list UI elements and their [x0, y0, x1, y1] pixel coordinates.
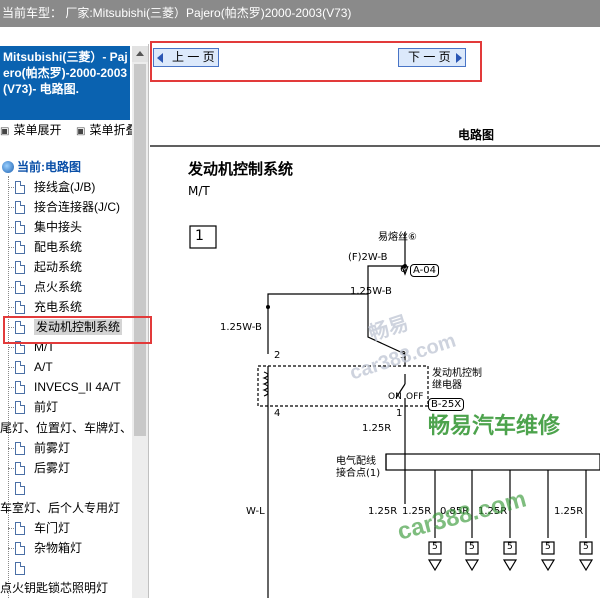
on-label: ON: [388, 392, 402, 402]
tree-item-front-fog[interactable]: 前雾灯: [0, 438, 70, 458]
conn-a04: A-04: [410, 264, 439, 277]
wire-125r-mid: 1.25R: [362, 423, 392, 434]
selected-item-highlight: [3, 316, 152, 344]
watermark-green: 畅易汽车维修: [428, 413, 561, 438]
tree-item-at[interactable]: A/T: [0, 357, 53, 377]
tree-item-key-illum[interactable]: 点火钥匙锁芯照明灯: [0, 578, 108, 598]
pin-6: 6: [400, 264, 407, 275]
vehicle-info: 当前车型： 厂家:Mitsubishi(三菱）Pajero(帕杰罗)2000-2…: [2, 6, 352, 20]
sidebar-title: Mitsubishi(三菱）- Pajero(帕杰罗)-2000-2003(V7…: [0, 46, 130, 120]
page-icon: [15, 361, 25, 374]
tree-item-power-dist[interactable]: 配电系统: [0, 237, 82, 257]
pin-4: 4: [274, 408, 281, 419]
menu-expand-button[interactable]: ▣ 菜单展开: [0, 122, 61, 140]
bottom-wire: 1.25R: [368, 506, 398, 517]
tree-item-joint[interactable]: 集中接头: [0, 217, 82, 237]
tree-item-glovebox-light[interactable]: 杂物箱灯: [0, 538, 82, 558]
splice-label-2: 接合点(1): [336, 468, 381, 479]
collapse-icon: ▣: [76, 126, 86, 137]
page-icon: [15, 482, 25, 495]
page-icon: [15, 522, 25, 535]
diagram-subtitle: M/T: [188, 184, 210, 198]
page-icon: [15, 221, 25, 234]
wire-wl: W-L: [246, 506, 265, 517]
pin-2: 2: [274, 350, 281, 361]
off-label: OFF: [406, 392, 424, 402]
page-icon: [15, 462, 25, 475]
tree-item-ignition[interactable]: 点火系统: [0, 277, 82, 297]
tree-item-invecs[interactable]: INVECS_II 4A/T: [0, 377, 121, 397]
bottom-pin: 5: [432, 542, 438, 552]
nav-highlight: [150, 41, 482, 82]
top-bar: 当前车型： 厂家:Mitsubishi(三菱）Pajero(帕杰罗)2000-2…: [0, 0, 600, 27]
page-icon: [15, 201, 25, 214]
tree-item-rear-fog[interactable]: 后雾灯: [0, 458, 70, 478]
page-icon: [15, 542, 25, 555]
tree-item-jc[interactable]: 接合连接器(J/C): [0, 197, 120, 217]
page-icon: [15, 562, 25, 575]
bottom-pin: 5: [507, 542, 513, 552]
page-icon: [15, 241, 25, 254]
tree-item-starting[interactable]: 起动系统: [0, 257, 82, 277]
scroll-up-arrow-icon[interactable]: [132, 46, 148, 62]
page-icon: [15, 401, 25, 414]
diagram-header: 电路图: [458, 128, 495, 142]
page-icon: [15, 301, 25, 314]
diagram-box-number: 1: [195, 228, 204, 244]
tree-current-node[interactable]: 当前:电路图: [0, 157, 81, 177]
expand-icon: ▣: [0, 126, 10, 137]
diagram-title: 发动机控制系统: [188, 160, 294, 178]
tree-item-jb[interactable]: 接线盒(J/B): [0, 177, 132, 197]
tree-item-charging[interactable]: 充电系统: [0, 297, 82, 317]
wire-125wb-left: 1.25W-B: [220, 322, 262, 333]
page-icon: [15, 442, 25, 455]
globe-icon: [2, 161, 14, 173]
page-icon: [15, 381, 25, 394]
scroll-thumb[interactable]: [134, 64, 146, 436]
page-icon: [15, 261, 25, 274]
tree-item-interior-light[interactable]: 车室灯、后个人专用灯: [0, 498, 120, 518]
wiring-diagram: 电路图 发动机控制系统 M/T 1 易熔丝⑥ (F)2W-B 6 A-04 1.…: [150, 84, 600, 598]
bottom-pin: 5: [545, 542, 551, 552]
page-icon: [15, 181, 25, 194]
wire-125wb-top: 1.25W-B: [350, 286, 392, 297]
bottom-wire: 1.25R: [554, 506, 584, 517]
menu-collapse-button[interactable]: ▣ 菜单折叠: [76, 122, 137, 140]
wire-f: (F)2W-B: [348, 252, 388, 263]
tree-item-door-light[interactable]: 车门灯: [0, 518, 70, 538]
page-icon: [15, 281, 25, 294]
bottom-pin: 5: [583, 542, 589, 552]
bottom-pin: 5: [469, 542, 475, 552]
fuse-label: 易熔丝⑥: [378, 232, 417, 243]
pin-1: 1: [396, 408, 403, 419]
tree-item-headlight[interactable]: 前灯: [0, 397, 58, 417]
tree-item-taillight[interactable]: 尾灯、位置灯、车牌灯、: [0, 418, 132, 438]
relay-label-2: 继电器: [432, 380, 462, 391]
